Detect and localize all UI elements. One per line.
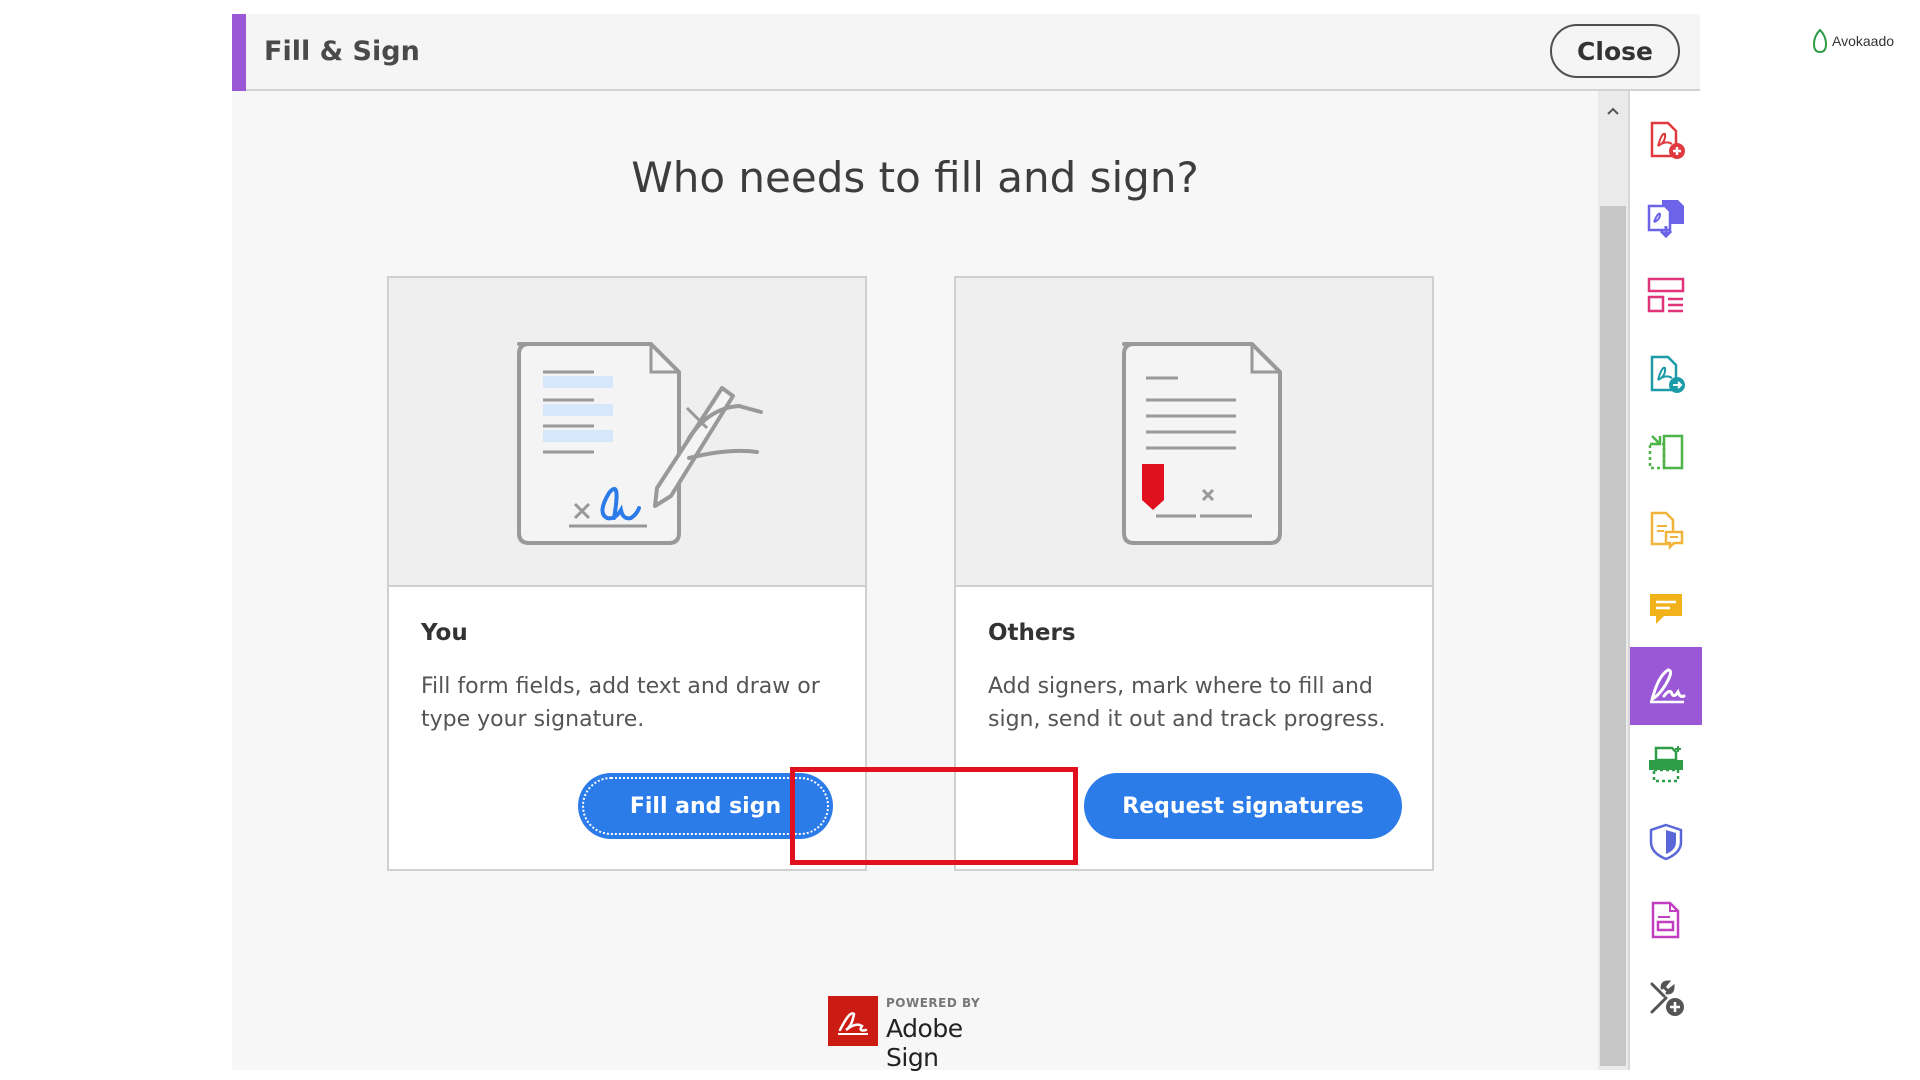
prepare-form-tool[interactable] <box>1630 491 1702 569</box>
panel-title: Fill & Sign <box>264 36 420 67</box>
powered-by-adobe-sign: POWERED BY Adobe Sign <box>828 996 1008 1072</box>
organize-pages-tool[interactable] <box>1630 257 1702 335</box>
brand-name: Avokaado <box>1832 33 1895 49</box>
fill-sign-icon <box>1650 668 1686 704</box>
combine-files-icon <box>1647 200 1684 238</box>
powered-by-label: POWERED BY <box>886 996 981 1010</box>
scan-icon <box>1649 746 1683 783</box>
request-signatures-button[interactable]: Request signatures <box>1084 773 1402 839</box>
scroll-thumb[interactable] <box>1600 206 1626 1066</box>
card-title: You <box>421 620 468 646</box>
vertical-scrollbar[interactable] <box>1598 91 1628 1070</box>
more-tools-icon <box>1650 980 1684 1016</box>
card-description: Fill form fields, add text and draw or t… <box>421 674 820 732</box>
card-description: Add signers, mark where to fill and sign… <box>988 674 1386 732</box>
avokaado-brand: Avokaado <box>1810 28 1910 54</box>
prepare-form-icon <box>1650 511 1684 550</box>
tools-rail <box>1628 91 1702 1070</box>
avocado-logo-icon <box>1812 28 1828 54</box>
card-illustration <box>389 278 865 587</box>
main-content: Who needs to fill and sign? You Fill for… <box>232 91 1598 1072</box>
product-name: Adobe Sign <box>886 1014 963 1072</box>
compress-pdf-tool[interactable] <box>1630 881 1702 959</box>
document-signature-icon <box>517 342 763 545</box>
compress-pdf-icon <box>1651 901 1680 939</box>
edit-pdf-tool[interactable] <box>1630 413 1702 491</box>
create-pdf-tool[interactable] <box>1630 101 1702 179</box>
combine-files-tool[interactable] <box>1630 179 1702 257</box>
close-button[interactable]: Close <box>1550 24 1680 78</box>
create-pdf-icon <box>1650 121 1685 159</box>
export-pdf-icon <box>1650 355 1685 393</box>
comment-icon <box>1650 594 1682 624</box>
comment-tool[interactable] <box>1630 569 1702 647</box>
card-title: Others <box>988 620 1076 646</box>
scan-tool[interactable] <box>1630 725 1702 803</box>
card-you: You Fill form fields, add text and draw … <box>387 276 867 871</box>
card-illustration <box>956 278 1432 587</box>
protect-tool[interactable] <box>1630 803 1702 881</box>
page-heading: Who needs to fill and sign? <box>631 153 1199 202</box>
document-request-icon <box>1122 342 1282 545</box>
edit-pdf-icon <box>1648 434 1684 470</box>
fill-sign-tool[interactable] <box>1630 647 1702 725</box>
scroll-up-arrow-icon[interactable] <box>1598 101 1628 121</box>
adobe-sign-logo-icon <box>828 996 878 1046</box>
header-accent-bar <box>232 14 246 91</box>
fill-and-sign-label: Fill and sign <box>629 793 782 819</box>
export-pdf-tool[interactable] <box>1630 335 1702 413</box>
organize-pages-icon <box>1647 277 1685 313</box>
fill-sign-window: Fill & Sign Close Who needs to fill and … <box>232 14 1702 1072</box>
more-tools-button[interactable] <box>1630 959 1702 1037</box>
header-bar: Fill & Sign Close <box>232 14 1700 91</box>
card-others: Others Add signers, mark where to fill a… <box>954 276 1434 871</box>
protect-icon <box>1649 823 1683 861</box>
fill-and-sign-button[interactable]: Fill and sign <box>578 773 833 839</box>
